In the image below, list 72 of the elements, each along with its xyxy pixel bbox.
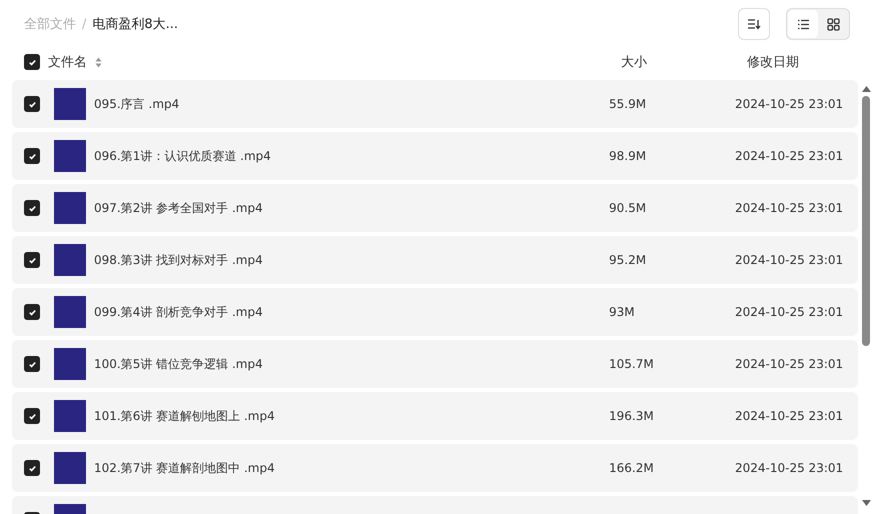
photo-placeholder [54, 452, 86, 484]
column-header[interactable]: 文件名 [48, 53, 87, 71]
row-checkbox[interactable] [24, 356, 40, 372]
file-row[interactable]: 096.第1讲：认识优质赛道 .mp4 98.9M 2024-10-25 23:01 [12, 132, 858, 180]
modified-date: 2024-10-25 23:01 [735, 253, 844, 267]
sort-icon[interactable] [95, 56, 102, 68]
file-size: 98.9M [609, 149, 646, 163]
sort-lines-icon [747, 18, 761, 30]
file-size: 90.5M [609, 201, 646, 215]
file-row[interactable]: 098.第3讲 找到对标对手 .mp4 95.2M 2024-10-25 23:01 [12, 236, 858, 284]
file-name: 102.第7讲 赛道解剖地图中 .mp4 [94, 460, 275, 476]
checkmark-icon [28, 308, 36, 316]
file-size: 166.2M [609, 461, 654, 475]
file-row[interactable]: 101.第6讲 赛道解刨地图上 .mp4 196.3M 2024-10-25 23:01 [12, 392, 858, 440]
grid-icon [826, 18, 840, 30]
photo-placeholder [54, 244, 86, 276]
file-name: 100.第5讲 错位竞争逻辑 .mp4 [94, 356, 263, 372]
file-size: 196.3M [609, 409, 654, 423]
modified-date: 2024-10-25 23:01 [735, 305, 844, 319]
file-row[interactable]: 100.第5讲 错位竞争逻辑 .mp4 105.7M 2024-10-25 23:01 [12, 340, 858, 388]
modified-date: 2024-10-25 23:01 [735, 201, 844, 215]
file-name: 098.第3讲 找到对标对手 .mp4 [94, 252, 263, 268]
list-view-button[interactable] [788, 10, 818, 38]
file-row[interactable]: 097.第2讲 参考全国对手 .mp4 90.5M 2024-10-25 23:01 [12, 184, 858, 232]
file-name: 096.第1讲：认识优质赛道 .mp4 [94, 148, 271, 164]
photo-placeholder [54, 192, 86, 224]
row-checkbox[interactable] [24, 460, 40, 476]
file-row[interactable]: 095.序言 .mp4 55.9M 2024-10-25 23:01 [12, 80, 858, 128]
file-row[interactable]: 099.第4讲 剖析竞争对手 .mp4 93M 2024-10-25 23:01 [12, 288, 858, 336]
file-row[interactable]: 102.第7讲 赛道解剖地图中 .mp4 166.2M 2024-10-25 23:01 [12, 444, 858, 492]
breadcrumb-separator: / [82, 16, 86, 32]
photo-placeholder [54, 348, 86, 380]
photo-placeholder [54, 140, 86, 172]
file-name: 097.第2讲 参考全国对手 .mp4 [94, 200, 263, 216]
file-name: 101.第6讲 赛道解刨地图上 .mp4 [94, 408, 275, 424]
row-checkbox[interactable] [24, 148, 40, 164]
row-checkbox[interactable] [24, 96, 40, 112]
column-header[interactable]: 大小 [621, 55, 647, 70]
checkmark-icon [28, 100, 36, 108]
checkmark-icon [28, 256, 36, 264]
file-name: 099.第4讲 剖析竞争对手 .mp4 [94, 304, 263, 320]
file-size: 105.7M [609, 357, 654, 371]
file-size: 95.2M [609, 253, 646, 267]
row-checkbox[interactable] [24, 200, 40, 216]
modified-date: 2024-10-25 23:01 [735, 149, 844, 163]
row-checkbox[interactable] [24, 304, 40, 320]
file-size: 55.9M [609, 97, 646, 111]
breadcrumb-item: 电商盈利8大... [92, 16, 178, 33]
modified-date: 2024-10-25 23:01 [735, 409, 844, 423]
checkmark-icon [28, 152, 36, 160]
select-all-checkbox[interactable] [24, 54, 40, 70]
scrollbar-thumb[interactable] [862, 96, 870, 346]
checkmark-icon [28, 412, 36, 420]
photo-placeholder [54, 296, 86, 328]
row-checkbox[interactable] [24, 408, 40, 424]
scroll-down-icon[interactable] [862, 500, 870, 506]
scroll-up-icon[interactable] [862, 86, 870, 92]
modified-date: 2024-10-25 23:01 [735, 461, 844, 475]
file-name: 095.序言 .mp4 [94, 96, 180, 112]
photo-placeholder [54, 400, 86, 432]
column-header[interactable]: 修改日期 [747, 55, 799, 70]
checkmark-icon [28, 204, 36, 212]
modified-date: 2024-10-25 23:01 [735, 97, 844, 111]
photo-placeholder [54, 88, 86, 120]
checkmark-icon [28, 58, 36, 66]
list-icon [796, 18, 810, 30]
sort-button[interactable] [738, 8, 770, 40]
checkmark-icon [28, 360, 36, 368]
row-checkbox[interactable] [24, 252, 40, 268]
modified-date: 2024-10-25 23:01 [735, 357, 844, 371]
file-size: 93M [609, 305, 635, 319]
checkmark-icon [28, 464, 36, 472]
